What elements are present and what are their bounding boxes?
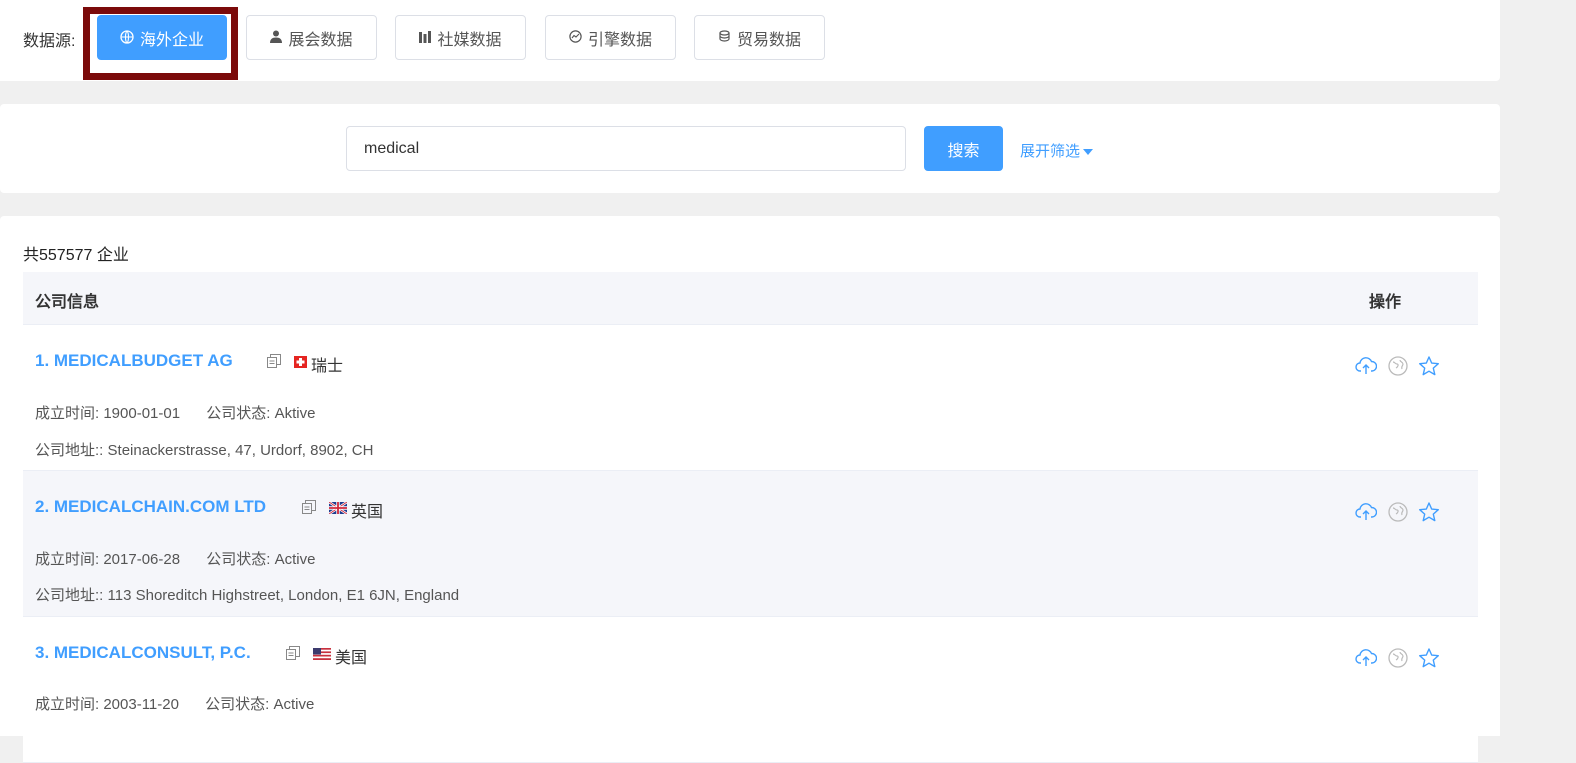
company-name-link[interactable]: 2. MEDICALCHAIN.COM LTD (35, 497, 266, 517)
status-value: Active (273, 696, 315, 713)
cloud-upload-icon[interactable] (1355, 355, 1378, 377)
uk-flag-icon (328, 501, 348, 515)
company-meta: 成立时间: 2017-06-28 公司状态: Active (35, 548, 315, 569)
expand-filter-label: 展开筛选 (1020, 143, 1081, 160)
engine-icon (569, 30, 582, 45)
person-icon (270, 30, 283, 45)
search-button[interactable]: 搜索 (924, 126, 1003, 171)
status-label: 公司状态: (206, 551, 271, 568)
copy-icon[interactable] (302, 500, 316, 514)
globe-icon[interactable] (1387, 647, 1409, 669)
result-count: 共557577 企业 (23, 247, 129, 264)
status-value: Active (274, 551, 316, 568)
data-source-panel: 数据源: 海外企业 展会数据 社媒数据 引擎数据 贸易数据 (0, 0, 1500, 81)
globe-icon[interactable] (1387, 355, 1409, 377)
founded-label: 成立时间: (35, 696, 100, 713)
swiss-flag-icon (294, 355, 308, 368)
country-label: 瑞士 (311, 358, 344, 375)
star-icon[interactable] (1418, 647, 1440, 669)
country-label: 英国 (351, 504, 384, 521)
source-overseas-companies-button[interactable]: 海外企业 (97, 15, 227, 60)
cloud-upload-icon[interactable] (1355, 501, 1378, 523)
table-row: 1. MEDICALBUDGET AG 瑞士 成立时间: 1900-01-01 … (23, 325, 1478, 471)
globe-icon (120, 29, 134, 46)
company-meta: 成立时间: 1900-01-01 公司状态: Aktive (35, 402, 315, 423)
column-header-info: 公司信息 (35, 294, 100, 311)
column-header-ops: 操作 (1369, 294, 1402, 311)
company-address: 公司地址:: 113 Shoreditch Highstreet, London… (35, 584, 459, 605)
company-name-link[interactable]: 1. MEDICALBUDGET AG (35, 351, 233, 371)
table-row: 3. MEDICALCONSULT, P.C. 美国 成立时间: 2003-11… (23, 617, 1478, 763)
source-engine-button[interactable]: 引擎数据 (545, 15, 676, 60)
founded-label: 成立时间: (35, 405, 100, 422)
address-label: 公司地址:: (35, 587, 104, 604)
status-value: Aktive (274, 405, 316, 422)
caret-down-icon (1083, 148, 1094, 155)
founded-label: 成立时间: (35, 551, 100, 568)
globe-icon[interactable] (1387, 501, 1409, 523)
address-label: 公司地址:: (35, 442, 104, 459)
expand-filter-link[interactable]: 展开筛选 (1020, 140, 1094, 161)
source-trade-label: 贸易数据 (736, 31, 801, 49)
star-icon[interactable] (1418, 501, 1440, 523)
copy-icon[interactable] (267, 354, 281, 368)
country-label: 美国 (335, 650, 368, 667)
company-name-link[interactable]: 3. MEDICALCONSULT, P.C. (35, 643, 251, 663)
source-exhibition-label: 展会数据 (288, 31, 353, 49)
status-label: 公司状态: (206, 405, 271, 422)
company-address: 公司地址:: Steinackerstrasse, 47, Urdorf, 89… (35, 439, 373, 460)
star-icon[interactable] (1418, 355, 1440, 377)
address-value: 113 Shoreditch Highstreet, London, E1 6J… (107, 587, 460, 604)
table-header: 公司信息 操作 (23, 272, 1478, 325)
source-engine-label: 引擎数据 (587, 31, 652, 49)
bars-icon (419, 30, 432, 45)
cloud-upload-icon[interactable] (1355, 647, 1378, 669)
source-trade-button[interactable]: 贸易数据 (694, 15, 825, 60)
table-row: 2. MEDICALCHAIN.COM LTD 英国 成立时间: 2017-06… (23, 471, 1478, 617)
founded-value: 2003-11-20 (103, 696, 179, 713)
source-exhibition-button[interactable]: 展会数据 (246, 15, 377, 60)
data-source-label: 数据源: (23, 33, 76, 50)
founded-value: 2017-06-28 (103, 551, 181, 568)
company-meta: 成立时间: 2003-11-20 公司状态: Active (35, 693, 314, 714)
trade-icon (718, 30, 731, 45)
address-value: Steinackerstrasse, 47, Urdorf, 8902, CH (107, 442, 374, 459)
search-input[interactable] (346, 126, 906, 171)
source-social-media-button[interactable]: 社媒数据 (395, 15, 526, 60)
source-overseas-label: 海外企业 (139, 31, 204, 49)
founded-value: 1900-01-01 (103, 405, 181, 422)
source-social-media-label: 社媒数据 (437, 31, 502, 49)
copy-icon[interactable] (286, 646, 300, 660)
status-label: 公司状态: (205, 696, 270, 713)
us-flag-icon (313, 647, 331, 660)
